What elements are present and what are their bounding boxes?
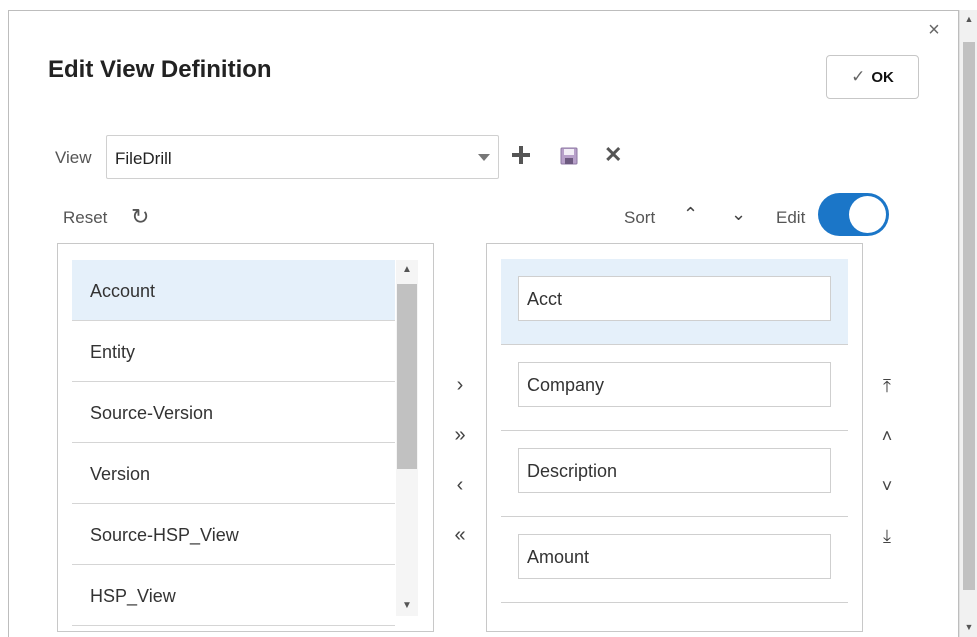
list-item[interactable]: Amount <box>501 517 848 603</box>
sort-label: Sort <box>624 208 656 227</box>
list-scrollbar-thumb[interactable] <box>397 284 417 469</box>
delete-view-icon[interactable]: ✕ <box>604 144 622 166</box>
list-item-label: Source-HSP_View <box>90 525 239 545</box>
chevron-down-icon[interactable]: ▼ <box>396 600 418 611</box>
reset-label[interactable]: Reset <box>63 208 107 228</box>
column-alias-field[interactable]: Amount <box>518 534 831 579</box>
column-alias-field[interactable]: Description <box>518 448 831 493</box>
move-to-bottom-button[interactable]: ⤓ <box>877 526 897 547</box>
list-item-label: Entity <box>90 342 136 362</box>
close-icon[interactable]: × <box>926 20 942 40</box>
dialog-title: Edit View Definition <box>48 56 272 83</box>
edit-toggle[interactable] <box>818 193 889 236</box>
list-item-label: Version <box>90 464 151 484</box>
scroll-down-icon[interactable]: ▼ <box>960 622 977 632</box>
move-up-button[interactable]: ˄ <box>877 426 897 447</box>
move-all-right-button[interactable]: » <box>450 424 470 447</box>
list-item[interactable]: Description <box>501 431 848 517</box>
ok-button[interactable]: ✓ OK <box>826 55 919 99</box>
list-item[interactable]: HSP_View <box>72 565 395 626</box>
scroll-up-icon[interactable]: ▲ <box>960 14 977 24</box>
toggle-knob <box>849 196 886 233</box>
list-item[interactable]: Source-HSP_View <box>72 504 395 565</box>
chevron-down-icon <box>478 154 490 161</box>
chevron-up-icon[interactable]: ▲ <box>396 264 418 275</box>
view-select-value: FileDrill <box>115 149 172 168</box>
list-item[interactable]: Version <box>72 443 395 504</box>
list-item-label: Account <box>90 281 156 301</box>
save-view-icon[interactable] <box>560 147 578 170</box>
available-columns-list: Account Entity Source-Version Version So… <box>57 243 434 632</box>
list-item-label: HSP_View <box>90 586 176 606</box>
list-item[interactable]: Company <box>501 345 848 431</box>
column-alias-field[interactable]: Acct <box>518 276 831 321</box>
check-icon: ✓ <box>851 67 866 86</box>
reset-icon[interactable]: ↻ <box>131 204 149 230</box>
move-down-button[interactable]: ˅ <box>877 476 897 497</box>
column-alias-field[interactable]: Company <box>518 362 831 407</box>
ok-button-label: OK <box>871 68 894 86</box>
dialog-scrollbar[interactable]: ▲ ▼ <box>959 10 977 637</box>
edit-label: Edit <box>776 208 806 227</box>
list-item[interactable]: Entity <box>72 321 395 382</box>
move-to-top-button[interactable]: ⤒ <box>877 376 897 397</box>
scrollbar-thumb[interactable] <box>963 42 975 590</box>
move-all-left-button[interactable]: « <box>450 524 470 547</box>
sort-descending-icon[interactable]: ⌄ <box>731 204 746 225</box>
view-select[interactable]: FileDrill <box>106 135 499 179</box>
move-left-button[interactable]: ‹ <box>450 474 470 497</box>
view-label: View <box>55 148 92 167</box>
list-item[interactable]: Account <box>72 260 395 321</box>
list-item-label: Source-Version <box>90 403 214 423</box>
list-scrollbar[interactable]: ▲ ▼ <box>396 260 418 616</box>
sort-ascending-icon[interactable]: ⌃ <box>683 204 698 225</box>
list-item[interactable]: Source-Version <box>72 382 395 443</box>
move-right-button[interactable]: › <box>450 374 470 397</box>
add-view-icon[interactable] <box>512 146 530 164</box>
list-item[interactable]: Acct <box>501 259 848 345</box>
selected-columns-list: Acct Company Description Amount <box>486 243 863 632</box>
